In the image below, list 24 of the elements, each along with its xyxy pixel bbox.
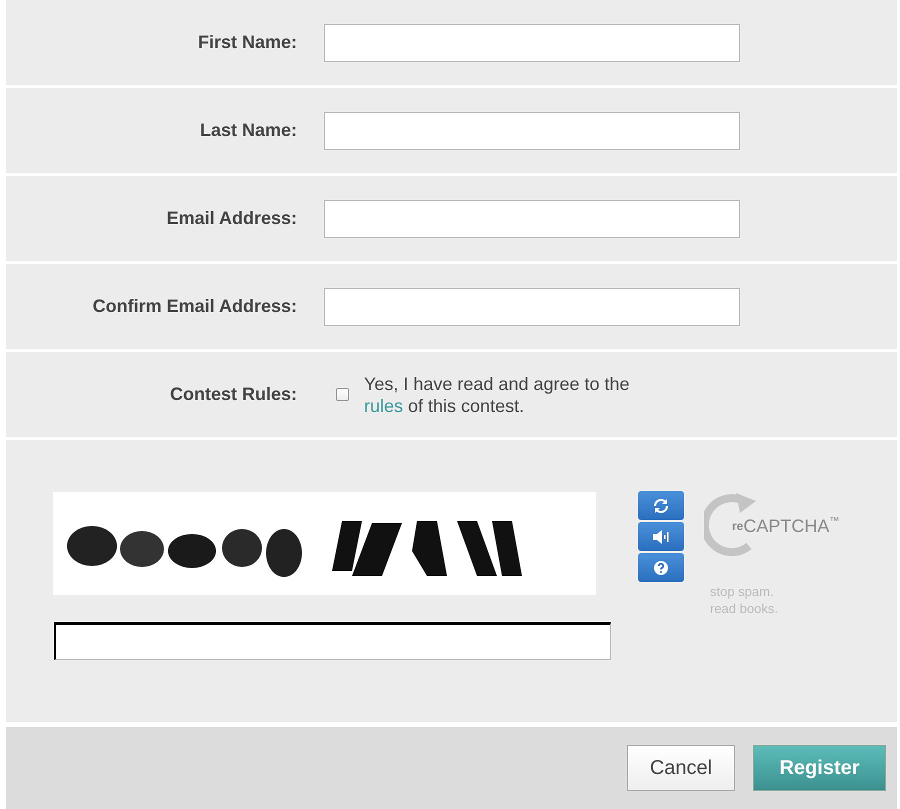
agreement-text: Yes, I have read and agree to the rules of this contest. <box>364 372 630 416</box>
input-field[interactable] <box>324 24 740 62</box>
input-field[interactable] <box>324 200 740 238</box>
input-field[interactable] <box>324 112 740 150</box>
checkbox[interactable] <box>336 388 349 401</box>
field-label: Confirm Email Address: <box>92 296 297 317</box>
refresh-icon <box>652 496 670 514</box>
speaker-icon <box>652 528 670 544</box>
cancel-button[interactable]: Cancel <box>627 745 735 791</box>
field-label: Last Name: <box>198 120 297 141</box>
help-icon <box>653 560 669 576</box>
field-label: First Name: <box>196 32 297 53</box>
captcha-answer-field[interactable] <box>54 622 611 660</box>
rules-link[interactable]: rules <box>364 396 404 416</box>
trademark-mark: ™ <box>829 516 840 526</box>
field-label: Email Address: <box>166 208 297 229</box>
input-field[interactable] <box>324 288 740 326</box>
refresh-button[interactable] <box>638 491 684 520</box>
register-button[interactable]: Register <box>753 745 886 791</box>
logo-name: CAPTCHA <box>743 516 830 536</box>
audio-button[interactable] <box>638 522 684 551</box>
help-button[interactable] <box>638 553 684 582</box>
logo-prefix: re <box>732 519 744 533</box>
field-label: Contest Rules: <box>168 384 297 405</box>
